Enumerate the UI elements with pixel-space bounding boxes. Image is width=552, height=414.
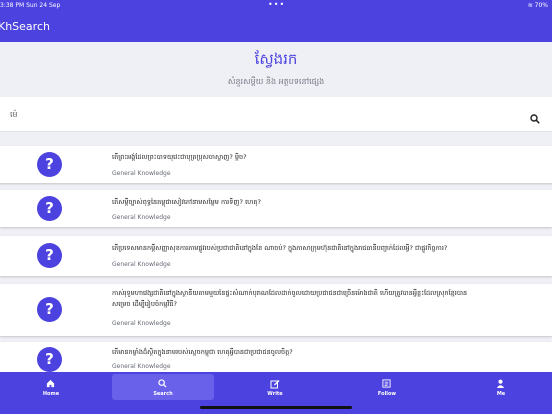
status-time: 3:38 PM Sun 24 Sep: [0, 2, 61, 9]
search-input[interactable]: [10, 107, 510, 121]
question-icon: ?: [37, 196, 62, 221]
multitask-dots[interactable]: •••: [268, 0, 285, 9]
battery-text: 70%: [534, 2, 548, 9]
tab-me[interactable]: Me: [450, 374, 552, 400]
home-icon: [46, 379, 55, 388]
tab-label: Follow: [377, 391, 397, 397]
result-category: General Knowledge: [112, 320, 171, 327]
app-title: KhSearch: [0, 20, 50, 33]
result-card[interactable]: ? តើមានកម្លាំងដ៏ស្ថិតក្នុងនាមរបស់ស្ដេចកម…: [0, 342, 552, 372]
page-header: ស្វែងរក សំនួរសម្ដីយ និង អត្ថបទនៅផ្សេង: [0, 42, 552, 98]
question-icon: ?: [37, 297, 62, 322]
result-category: General Knowledge: [112, 170, 171, 177]
question-icon: ?: [37, 152, 62, 177]
search-icon[interactable]: [530, 109, 540, 128]
result-category: General Knowledge: [112, 261, 171, 268]
search-icon: [158, 379, 167, 388]
tab-label: Write: [267, 391, 283, 397]
follow-icon: [382, 379, 391, 388]
search-bar: [0, 97, 552, 132]
result-question: តើសម្ដីច្បាស់ពុទ្ធនៃគម្ពុជាសៀវភៅនាមសម្ដែ…: [112, 198, 261, 206]
question-icon: ?: [37, 347, 62, 372]
question-icon: ?: [37, 243, 62, 268]
app-bar: KhSearch: [0, 12, 552, 42]
result-category: General Knowledge: [112, 363, 171, 370]
tab-label: Me: [496, 391, 506, 397]
tab-write[interactable]: Write: [224, 374, 326, 400]
result-question: តើមានកម្លាំងដ៏ស្ថិតក្នុងនាមរបស់ស្ដេចកម្ព…: [112, 348, 293, 356]
status-right: ≋ 70%: [528, 2, 548, 9]
result-question: តើប្រទេសមានកម្ដីសញ្ញាសុខការតាមផ្លូវរបស់ប…: [112, 244, 448, 252]
result-category: General Knowledge: [112, 214, 171, 221]
page-subtitle: សំនួរសម្ដីយ និង អត្ថបទនៅផ្សេង: [227, 77, 325, 86]
tab-follow[interactable]: Follow: [336, 374, 438, 400]
status-bar: 3:38 PM Sun 24 Sep ••• ≋ 70%: [0, 0, 552, 12]
result-card[interactable]: ? តើប្រទេសមានកម្ដីសញ្ញាសុខការតាមផ្លូវរបស…: [0, 236, 552, 276]
result-card[interactable]: ? តើសម្ដីច្បាស់ពុទ្ធនៃគម្ពុជាសៀវភៅនាមសម្…: [0, 190, 552, 227]
tab-search[interactable]: Search: [112, 374, 214, 400]
person-icon: [496, 379, 505, 388]
result-question: កាស់រុទូមហាវេង្សជាតិនៅក្នុងស្ថានីយតាមមួយ…: [112, 289, 468, 308]
result-card[interactable]: ? កាស់រុទូមហាវេង្សជាតិនៅក្នុងស្ថានីយតាមម…: [0, 284, 552, 336]
tab-label: Home: [42, 391, 60, 397]
wifi-icon: ≋: [527, 2, 535, 9]
result-card[interactable]: ? តើព្រះអង្គ់ដែលព្រះបាទយុវេះជាបុត្រប្រុស…: [0, 146, 552, 183]
write-icon: [270, 380, 280, 389]
tab-home[interactable]: Home: [0, 374, 102, 400]
home-indicator[interactable]: [200, 406, 352, 409]
tab-label: Search: [153, 391, 173, 397]
result-question: តើព្រះអង្គ់ដែលព្រះបាទយុវេះជាបុត្រប្រុសចា…: [112, 153, 247, 161]
page-title: ស្វែងរក: [254, 50, 298, 68]
